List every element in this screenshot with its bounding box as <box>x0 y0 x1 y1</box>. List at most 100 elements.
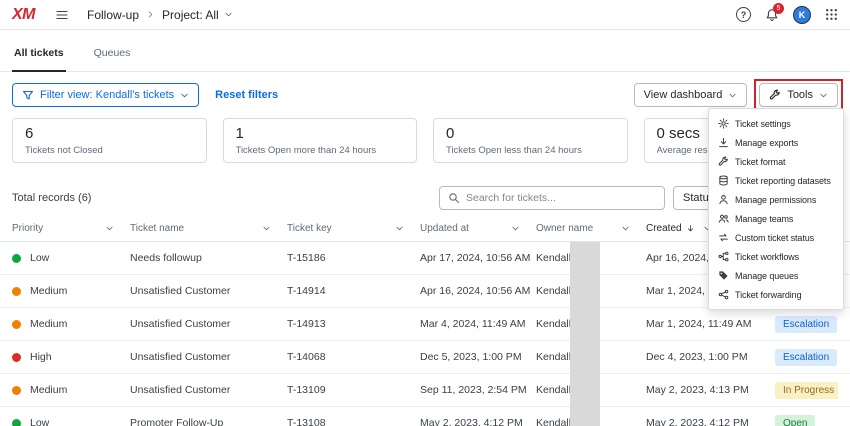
ticket-key-cell: T-14913 <box>287 318 420 330</box>
column-owner-name[interactable]: Owner name <box>536 223 646 234</box>
status-cell: Escalation <box>775 316 838 333</box>
table-row[interactable]: Medium Unsatisfied Customer T-14913 Mar … <box>0 308 850 341</box>
stat-value: 1 <box>236 125 405 142</box>
created-cell: Mar 1, 2024, 11:49 AM <box>646 318 775 330</box>
stat-label: Tickets Open more than 24 hours <box>236 145 405 156</box>
chevron-down-icon[interactable] <box>105 224 114 233</box>
wrench-icon <box>718 156 729 167</box>
menu-item-label: Ticket format <box>735 157 785 167</box>
status-cell: Open <box>775 415 838 426</box>
help-icon[interactable]: ? <box>736 7 751 22</box>
status-badge: Escalation <box>775 316 837 333</box>
priority-cell: Medium <box>12 285 130 297</box>
tools-button[interactable]: Tools <box>759 83 838 107</box>
priority-label: Low <box>30 417 49 426</box>
stat-card-open-more-24h: 1 Tickets Open more than 24 hours <box>223 118 418 163</box>
view-dashboard-button[interactable]: View dashboard <box>634 83 748 107</box>
ticket-name-cell[interactable]: Unsatisfied Customer <box>130 318 287 330</box>
ticket-name-cell[interactable]: Promoter Follow-Up <box>130 417 287 426</box>
column-priority[interactable]: Priority <box>12 223 130 234</box>
column-label: Created <box>646 223 682 234</box>
chevron-down-icon <box>819 91 828 100</box>
notifications-button[interactable]: 5 <box>765 8 779 22</box>
tag-icon <box>718 270 729 281</box>
reset-filters-link[interactable]: Reset filters <box>215 89 278 101</box>
avatar[interactable]: K <box>793 6 811 24</box>
search-input[interactable] <box>466 192 656 204</box>
column-label: Ticket key <box>287 223 332 234</box>
followup-app: XM Follow-up Project: All ? 5 K All tick… <box>0 0 850 426</box>
status-badge: In Progress <box>775 382 838 399</box>
tab-queues[interactable]: Queues <box>92 47 133 71</box>
ticket-name-cell[interactable]: Unsatisfied Customer <box>130 384 287 396</box>
table-row[interactable]: Medium Unsatisfied Customer T-13109 Sep … <box>0 374 850 407</box>
priority-label: Low <box>30 252 49 264</box>
view-dashboard-label: View dashboard <box>644 89 723 101</box>
xm-logo: XM <box>12 6 35 24</box>
updated-at-cell: May 2, 2023, 4:12 PM <box>420 417 536 426</box>
table-row[interactable]: Low Promoter Follow-Up T-13108 May 2, 20… <box>0 407 850 426</box>
topbar-actions: ? 5 K <box>736 6 838 24</box>
priority-dot <box>12 287 21 296</box>
menu-item-ticket-settings[interactable]: Ticket settings <box>709 114 843 133</box>
chevron-down-icon[interactable] <box>511 224 520 233</box>
chevron-down-icon <box>728 91 737 100</box>
updated-at-cell: Apr 17, 2024, 10:56 AM <box>420 252 536 264</box>
menu-item-manage-permissions[interactable]: Manage permissions <box>709 190 843 209</box>
menu-item-label: Manage permissions <box>735 195 816 205</box>
ticket-name-cell[interactable]: Unsatisfied Customer <box>130 351 287 363</box>
column-label: Ticket name <box>130 223 184 234</box>
stat-value: 6 <box>25 125 194 142</box>
menu-item-manage-exports[interactable]: Manage exports <box>709 133 843 152</box>
chevron-down-icon[interactable] <box>395 224 404 233</box>
ticket-key-cell: T-14068 <box>287 351 420 363</box>
ticket-name-cell[interactable]: Unsatisfied Customer <box>130 285 287 297</box>
filter-icon <box>22 89 34 101</box>
menu-item-ticket-workflows[interactable]: Ticket workflows <box>709 247 843 266</box>
menu-item-label: Manage teams <box>735 214 793 224</box>
tab-all-tickets[interactable]: All tickets <box>12 47 66 71</box>
tools-label: Tools <box>787 89 813 101</box>
priority-dot <box>12 419 21 426</box>
created-cell: May 2, 2023, 4:12 PM <box>646 417 775 426</box>
created-cell: May 2, 2023, 4:13 PM <box>646 384 775 396</box>
chevron-right-icon <box>146 10 155 19</box>
menu-item-ticket-forwarding[interactable]: Ticket forwarding <box>709 285 843 304</box>
menu-item-custom-ticket-status[interactable]: Custom ticket status <box>709 228 843 247</box>
column-updated-at[interactable]: Updated at <box>420 223 536 234</box>
menu-item-label: Manage queues <box>735 271 798 281</box>
workflow-icon <box>718 251 729 262</box>
apps-grid-icon[interactable] <box>825 8 838 21</box>
menu-item-ticket-reporting-datasets[interactable]: Ticket reporting datasets <box>709 171 843 190</box>
ticket-key-cell: T-13108 <box>287 417 420 426</box>
ticket-name-cell[interactable]: Needs followup <box>130 252 287 264</box>
column-ticket-key[interactable]: Ticket key <box>287 223 420 234</box>
ticket-search <box>439 186 665 210</box>
priority-cell: High <box>12 351 130 363</box>
project-selector[interactable]: Project: All <box>162 8 233 22</box>
export-icon <box>718 137 729 148</box>
priority-dot <box>12 353 21 362</box>
column-label: Priority <box>12 223 43 234</box>
table-row[interactable]: High Unsatisfied Customer T-14068 Dec 5,… <box>0 341 850 374</box>
chevron-down-icon[interactable] <box>621 224 630 233</box>
product-name: Follow-up <box>87 8 139 22</box>
hamburger-menu-icon[interactable] <box>55 8 69 22</box>
priority-dot <box>12 386 21 395</box>
stat-label: Tickets not Closed <box>25 145 194 156</box>
column-ticket-name[interactable]: Ticket name <box>130 223 287 234</box>
created-cell: Dec 4, 2023, 1:00 PM <box>646 351 775 363</box>
filter-view-button[interactable]: Filter view: Kendall's tickets <box>12 83 199 107</box>
top-bar: XM Follow-up Project: All ? 5 K <box>0 0 850 30</box>
menu-item-label: Ticket forwarding <box>735 290 802 300</box>
menu-item-manage-queues[interactable]: Manage queues <box>709 266 843 285</box>
menu-item-ticket-format[interactable]: Ticket format <box>709 152 843 171</box>
menu-item-label: Ticket workflows <box>735 252 799 262</box>
chevron-down-icon[interactable] <box>262 224 271 233</box>
notification-badge: 5 <box>773 3 784 14</box>
vertical-scrollbar[interactable] <box>570 242 600 426</box>
project-label: Project: All <box>162 8 219 22</box>
total-records-label: Total records (6) <box>12 192 91 204</box>
priority-cell: Low <box>12 252 130 264</box>
menu-item-manage-teams[interactable]: Manage teams <box>709 209 843 228</box>
